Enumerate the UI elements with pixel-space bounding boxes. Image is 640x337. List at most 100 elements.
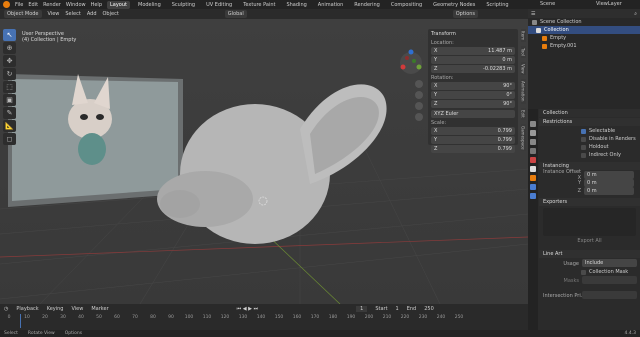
menu-edit[interactable]: Edit — [28, 2, 38, 8]
scale-y-field[interactable]: Y 0.799 — [431, 136, 515, 144]
status-rotate-view: Rotate View — [27, 331, 55, 336]
playback-controls[interactable]: ⏮ ◀ ▶ ⏭ — [237, 306, 258, 312]
checkbox-label: Selectable — [589, 128, 616, 134]
menu-object[interactable]: Object — [103, 11, 119, 17]
scene-collection-item[interactable]: Scene Collection — [528, 18, 640, 26]
line-art-panel-header[interactable]: Line Art — [539, 250, 640, 258]
current-frame-field[interactable]: 1 — [356, 305, 368, 312]
instance-offset-x-field[interactable]: 0 m — [584, 170, 634, 179]
blender-logo-icon[interactable] — [3, 1, 10, 8]
tab-compositing[interactable]: Compositing — [388, 1, 425, 9]
menu-help[interactable]: Help — [91, 2, 102, 8]
location-z-field[interactable]: Z -0.02283 m — [431, 65, 515, 73]
scale-x-field[interactable]: X 0.799 — [431, 127, 515, 135]
sidebar-tab-tool[interactable]: Tool — [520, 46, 526, 58]
rotation-y-field[interactable]: Y 0° — [431, 91, 515, 99]
sidebar-tab-item[interactable]: Item — [520, 29, 526, 43]
cursor-tool-icon[interactable]: ⊕ — [3, 42, 16, 54]
menu-playback[interactable]: Playback — [16, 306, 38, 312]
exporters-list[interactable] — [543, 208, 636, 236]
menu-keying[interactable]: Keying — [47, 306, 64, 312]
start-frame-field[interactable]: 1 — [396, 306, 399, 312]
outliner-item-empty-001[interactable]: Empty.001 — [528, 42, 640, 50]
location-y-field[interactable]: Y0 m — [431, 56, 515, 64]
collection-properties-icon[interactable] — [530, 166, 536, 172]
tab-scripting[interactable]: Scripting — [483, 1, 511, 9]
rotate-tool-icon[interactable]: ↻ — [3, 68, 16, 80]
export-all-button[interactable]: Export All — [539, 238, 640, 246]
masks-field[interactable] — [582, 276, 637, 284]
mouse-head-model[interactable] — [157, 84, 387, 244]
render-properties-icon[interactable] — [530, 130, 536, 136]
options-dropdown[interactable]: Options — [452, 10, 479, 18]
view-layer-properties-icon[interactable] — [530, 148, 536, 154]
holdout-checkbox[interactable]: Holdout — [539, 143, 640, 151]
annotate-tool-icon[interactable]: ✎ — [3, 107, 16, 119]
sidebar-tab-view[interactable]: View — [520, 61, 526, 76]
tab-layout[interactable]: Layout — [107, 0, 130, 9]
instance-offset-y-field[interactable]: 0 m — [584, 178, 634, 187]
menu-window[interactable]: Window — [66, 2, 86, 8]
menu-marker[interactable]: Marker — [91, 306, 108, 312]
tool-properties-icon[interactable] — [530, 121, 536, 127]
outliner-search-icon[interactable]: ⌕ — [634, 11, 637, 17]
outliner-editor-icon[interactable]: ☰ — [531, 11, 535, 17]
menu-file[interactable]: File — [15, 2, 23, 8]
tab-modeling[interactable]: Modeling — [135, 1, 164, 9]
instance-offset-z-field[interactable]: 0 m — [584, 186, 634, 195]
outliner-item-collection[interactable]: Collection — [528, 26, 640, 34]
tab-texture-paint[interactable]: Texture Paint — [240, 1, 278, 9]
tab-animation[interactable]: Animation — [315, 1, 347, 9]
constraints-properties-icon[interactable] — [530, 193, 536, 199]
outliner-item-empty[interactable]: Empty — [528, 34, 640, 42]
viewport-nav-buttons[interactable] — [415, 80, 423, 121]
exporters-panel-header[interactable]: Exporters — [539, 198, 640, 206]
tab-geometry-nodes[interactable]: Geometry Nodes — [430, 1, 478, 9]
menu-view[interactable]: View — [48, 11, 60, 17]
measure-tool-icon[interactable]: 📐 — [3, 120, 16, 132]
menu-add[interactable]: Add — [87, 11, 97, 17]
frame-ruler[interactable]: 0 10 20 30 40 50 60 70 80 90 100 110 120… — [0, 315, 528, 324]
transform-tool-icon[interactable]: ▣ — [3, 94, 16, 106]
rotation-mode-dropdown[interactable]: XYZ Euler — [431, 110, 515, 118]
tab-rendering[interactable]: Rendering — [351, 1, 383, 9]
scale-z-field[interactable]: Z 0.799 — [431, 145, 515, 153]
output-properties-icon[interactable] — [530, 139, 536, 145]
selectable-checkbox[interactable]: Selectable — [539, 127, 640, 135]
tab-uv-editing[interactable]: UV Editing — [203, 1, 235, 9]
indirect-only-checkbox[interactable]: Indirect Only — [539, 151, 640, 159]
view-layer-selector[interactable]: ViewLayer — [596, 1, 622, 7]
navigation-gizmo-icon[interactable] — [400, 49, 422, 75]
select-tool-icon[interactable]: ↖ — [3, 29, 16, 41]
usage-dropdown[interactable]: Include — [582, 259, 637, 267]
location-x-field[interactable]: X 11.487 m — [431, 47, 515, 55]
timeline-editor-icon[interactable]: ◷ — [4, 306, 8, 312]
transform-section-title[interactable]: Transform — [431, 31, 515, 37]
scale-tool-icon[interactable]: ⬚ — [3, 81, 16, 93]
tab-sculpting[interactable]: Sculpting — [169, 1, 198, 9]
sidebar-tab-animation[interactable]: Animation — [520, 79, 526, 104]
menu-select[interactable]: Select — [65, 11, 80, 17]
object-properties-icon[interactable] — [530, 175, 536, 181]
physics-properties-icon[interactable] — [530, 184, 536, 190]
disable-in-renders-checkbox[interactable]: Disable in Renders — [539, 135, 640, 143]
sidebar-tab-gamespace[interactable]: Gamespace — [520, 123, 526, 152]
sidebar-tab-edit[interactable]: Edit — [520, 107, 526, 120]
reference-image[interactable] — [8, 74, 183, 207]
scene-properties-icon[interactable] — [530, 157, 536, 163]
add-cube-tool-icon[interactable]: ◻ — [3, 133, 16, 145]
move-tool-icon[interactable]: ✥ — [3, 55, 16, 67]
orientation-dropdown[interactable]: Global — [224, 10, 247, 18]
restrictions-panel-header[interactable]: Restrictions — [539, 118, 640, 126]
menu-render[interactable]: Render — [43, 2, 61, 8]
collection-mask-checkbox[interactable]: Collection Mask — [539, 268, 640, 276]
rotation-x-field[interactable]: X 90° — [431, 82, 515, 90]
intersection-priority-field[interactable] — [582, 291, 637, 299]
tab-shading[interactable]: Shading — [283, 1, 309, 9]
playhead[interactable] — [20, 314, 21, 328]
end-frame-field[interactable]: 250 — [424, 306, 434, 312]
mode-dropdown[interactable]: Object Mode — [4, 10, 42, 18]
rotation-z-field[interactable]: Z 90° — [431, 100, 515, 108]
scene-selector[interactable]: Scene — [540, 1, 555, 7]
menu-view-timeline[interactable]: View — [71, 306, 83, 312]
